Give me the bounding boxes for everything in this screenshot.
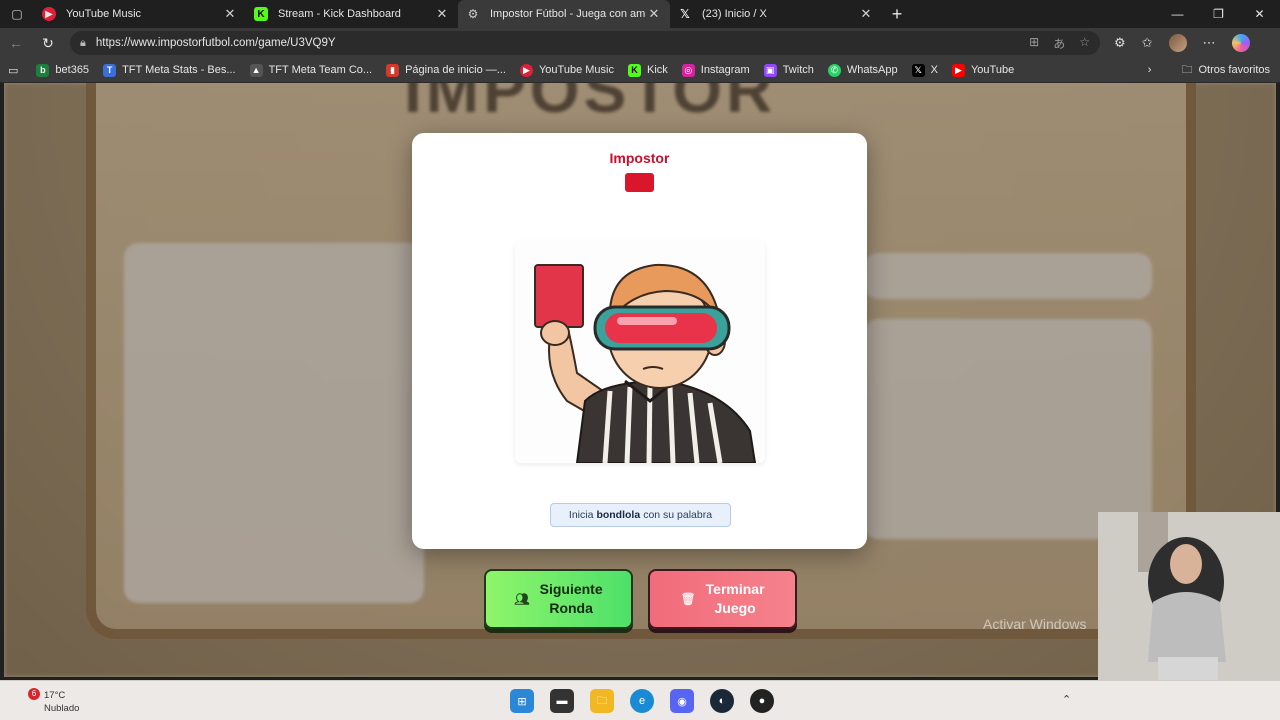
bookmark-youtube[interactable]: ▶ YouTube — [951, 63, 1014, 77]
hint-prefix: Inicia — [568, 509, 594, 521]
referee-drawing — [534, 263, 757, 464]
next-round-button[interactable]: 👥︎ Siguiente Ronda — [484, 569, 633, 629]
bookmark-tft-meta-stats[interactable]: T TFT Meta Stats - Bes... — [103, 63, 236, 77]
close-icon[interactable]: ✕ — [646, 6, 662, 22]
temperature: 17°C — [44, 690, 66, 701]
bookmark-bet365[interactable]: b bet365 — [36, 63, 89, 77]
profile-avatar[interactable] — [1168, 34, 1187, 52]
hint-player-name: bondlola — [596, 509, 641, 521]
kick-icon: K — [627, 63, 641, 77]
bookmark-whatsapp[interactable]: ✆ WhatsApp — [827, 63, 898, 77]
app-install-icon[interactable]: ⊞ — [1029, 35, 1039, 52]
bookmark-pagina-inicio[interactable]: ▮ Página de inicio —... — [386, 63, 506, 77]
instagram-icon: ◎ — [681, 63, 695, 77]
steam-icon[interactable]: ◐ — [710, 689, 734, 713]
chevron-right-icon[interactable]: › — [1148, 64, 1152, 76]
other-favorites-folder[interactable]: 🗀 Otros favoritos — [1181, 61, 1270, 80]
game-page: IMPOSTOR Impostor Inicia bondlola con su… — [4, 83, 1276, 677]
new-tab-button[interactable]: + — [882, 4, 912, 25]
hint-suffix: con su palabra — [643, 509, 713, 521]
restore-icon[interactable]: ❐ — [1198, 0, 1239, 28]
trash-icon: 🗑︎ — [680, 591, 696, 606]
end-game-label-2: Juego — [714, 600, 756, 616]
next-round-label-2: Ronda — [549, 600, 593, 616]
kick-icon: K — [254, 7, 268, 21]
bookmark-kick[interactable]: K Kick — [627, 63, 668, 77]
role-title: Impostor — [609, 150, 670, 166]
url-input[interactable]: 🔒︎ https://www.impostorfutbol.com/game/U… — [70, 31, 1100, 55]
bookmark-twitch[interactable]: ▣ Twitch — [763, 63, 814, 77]
tab-kick-dashboard[interactable]: K Stream - Kick Dashboard ✕ — [246, 0, 458, 28]
weather-condition: Nublado — [44, 703, 80, 714]
discord-icon[interactable]: ◉ — [670, 689, 694, 713]
notification-badge: 6 — [28, 688, 40, 700]
tab-actions-icon[interactable]: ▢ — [0, 0, 34, 28]
favorites-icon[interactable]: ✩ — [1142, 35, 1153, 51]
x-icon: 𝕏 — [911, 63, 925, 77]
file-explorer-icon[interactable]: 🗀 — [590, 689, 614, 713]
role-reveal-modal: Impostor Inicia bondlola con su palabra — [412, 133, 867, 549]
bookmark-x[interactable]: 𝕏X — [911, 63, 938, 77]
terminal-icon[interactable]: ▬ — [550, 689, 574, 713]
bookmarks-bar: ▭ b bet365 T TFT Meta Stats - Bes... ▲ TFT … — [0, 58, 1280, 83]
bookmark-tft-meta-team[interactable]: ▲ TFT Meta Team Co... — [249, 63, 372, 77]
tab-title: Impostor Fútbol - Juega con amig — [490, 8, 646, 20]
tab-impostor-futbol[interactable]: ⚙ Impostor Fútbol - Juega con amig ✕ — [458, 0, 670, 28]
back-icon[interactable]: ← — [0, 35, 32, 51]
edge-browser-icon[interactable]: e — [630, 689, 654, 713]
url-text: https://www.impostorfutbol.com/game/U3VQ… — [95, 37, 336, 49]
tab-youtube-music[interactable]: ▶ YouTube Music ✕ — [34, 0, 246, 28]
window-controls: — ❐ ✕ — [1157, 0, 1280, 28]
bookmark-youtube-music[interactable]: ▶ YouTube Music — [519, 63, 614, 77]
tab-title: YouTube Music — [66, 8, 142, 20]
minimize-icon[interactable]: — — [1157, 0, 1198, 28]
tab-title: (23) Inicio / X — [702, 8, 767, 20]
users-icon: 👥︎ — [514, 591, 530, 606]
tft-team-icon: ▲ — [249, 63, 263, 77]
tft-icon: T — [103, 63, 117, 77]
obs-icon[interactable]: ● — [750, 689, 774, 713]
lock-icon[interactable]: 🔒︎ — [80, 37, 86, 50]
read-aloud-icon[interactable]: あ — [1053, 35, 1065, 52]
taskbar-apps: ⊞ ▬ 🗀 e ◉ ◐ ● — [510, 689, 774, 713]
tray-chevron-icon[interactable]: ⌃ — [1062, 693, 1071, 706]
youtube-music-icon: ▶ — [519, 63, 533, 77]
extensions-icon[interactable]: ⚙ — [1114, 35, 1126, 51]
bet365-icon: b — [36, 63, 50, 77]
youtube-icon: ▶ — [951, 63, 965, 77]
copilot-icon[interactable] — [1231, 34, 1250, 52]
folder-icon: 🗀 — [1181, 63, 1193, 76]
x-icon: 𝕏 — [680, 7, 690, 21]
close-icon[interactable]: ✕ — [434, 6, 450, 22]
end-game-label-1: Terminar — [705, 581, 765, 597]
favorite-star-icon[interactable]: ☆ — [1079, 35, 1090, 52]
red-card-icon — [625, 173, 654, 192]
close-icon[interactable]: ✕ — [858, 6, 874, 22]
refresh-icon[interactable]: ↻ — [32, 35, 64, 52]
youtube-music-icon: ▶ — [42, 7, 56, 21]
bookmark-instagram[interactable]: ◎ Instagram — [681, 63, 750, 77]
address-bar: ← ↻ 🔒︎ https://www.impostorfutbol.com/ga… — [0, 28, 1280, 58]
gear-icon: ⚙ — [467, 7, 479, 21]
tab-title: Stream - Kick Dashboard — [278, 8, 401, 20]
end-game-button[interactable]: 🗑︎ Terminar Juego — [648, 569, 797, 629]
twitch-icon: ▣ — [763, 63, 777, 77]
start-hint-banner: Inicia bondlola con su palabra — [550, 503, 731, 527]
tab-bar: ▢ ▶ YouTube Music ✕ K Stream - Kick Dash… — [0, 0, 1280, 28]
more-menu-icon[interactable]: ⋯ — [1203, 35, 1216, 51]
tab-x-inicio[interactable]: 𝕏 (23) Inicio / X ✕ — [670, 0, 882, 28]
referee-illustration — [515, 241, 765, 464]
close-icon[interactable]: ✕ — [222, 6, 238, 22]
taskbar: 6 17°C Nublado ⊞ ▬ 🗀 e ◉ ◐ ● ⌃ — [0, 680, 1280, 720]
bookmark-icon: ▮ — [386, 63, 400, 77]
windows-start-icon[interactable]: ⊞ — [510, 689, 534, 713]
close-window-icon[interactable]: ✕ — [1239, 0, 1280, 28]
activate-windows-watermark: Activar Windows — [983, 616, 1087, 632]
whatsapp-icon: ✆ — [827, 63, 841, 77]
bookmarks-menu-icon[interactable]: ▭ — [8, 64, 18, 77]
next-round-label-1: Siguiente — [539, 581, 603, 597]
weather-widget[interactable]: 6 17°C Nublado — [26, 688, 80, 715]
